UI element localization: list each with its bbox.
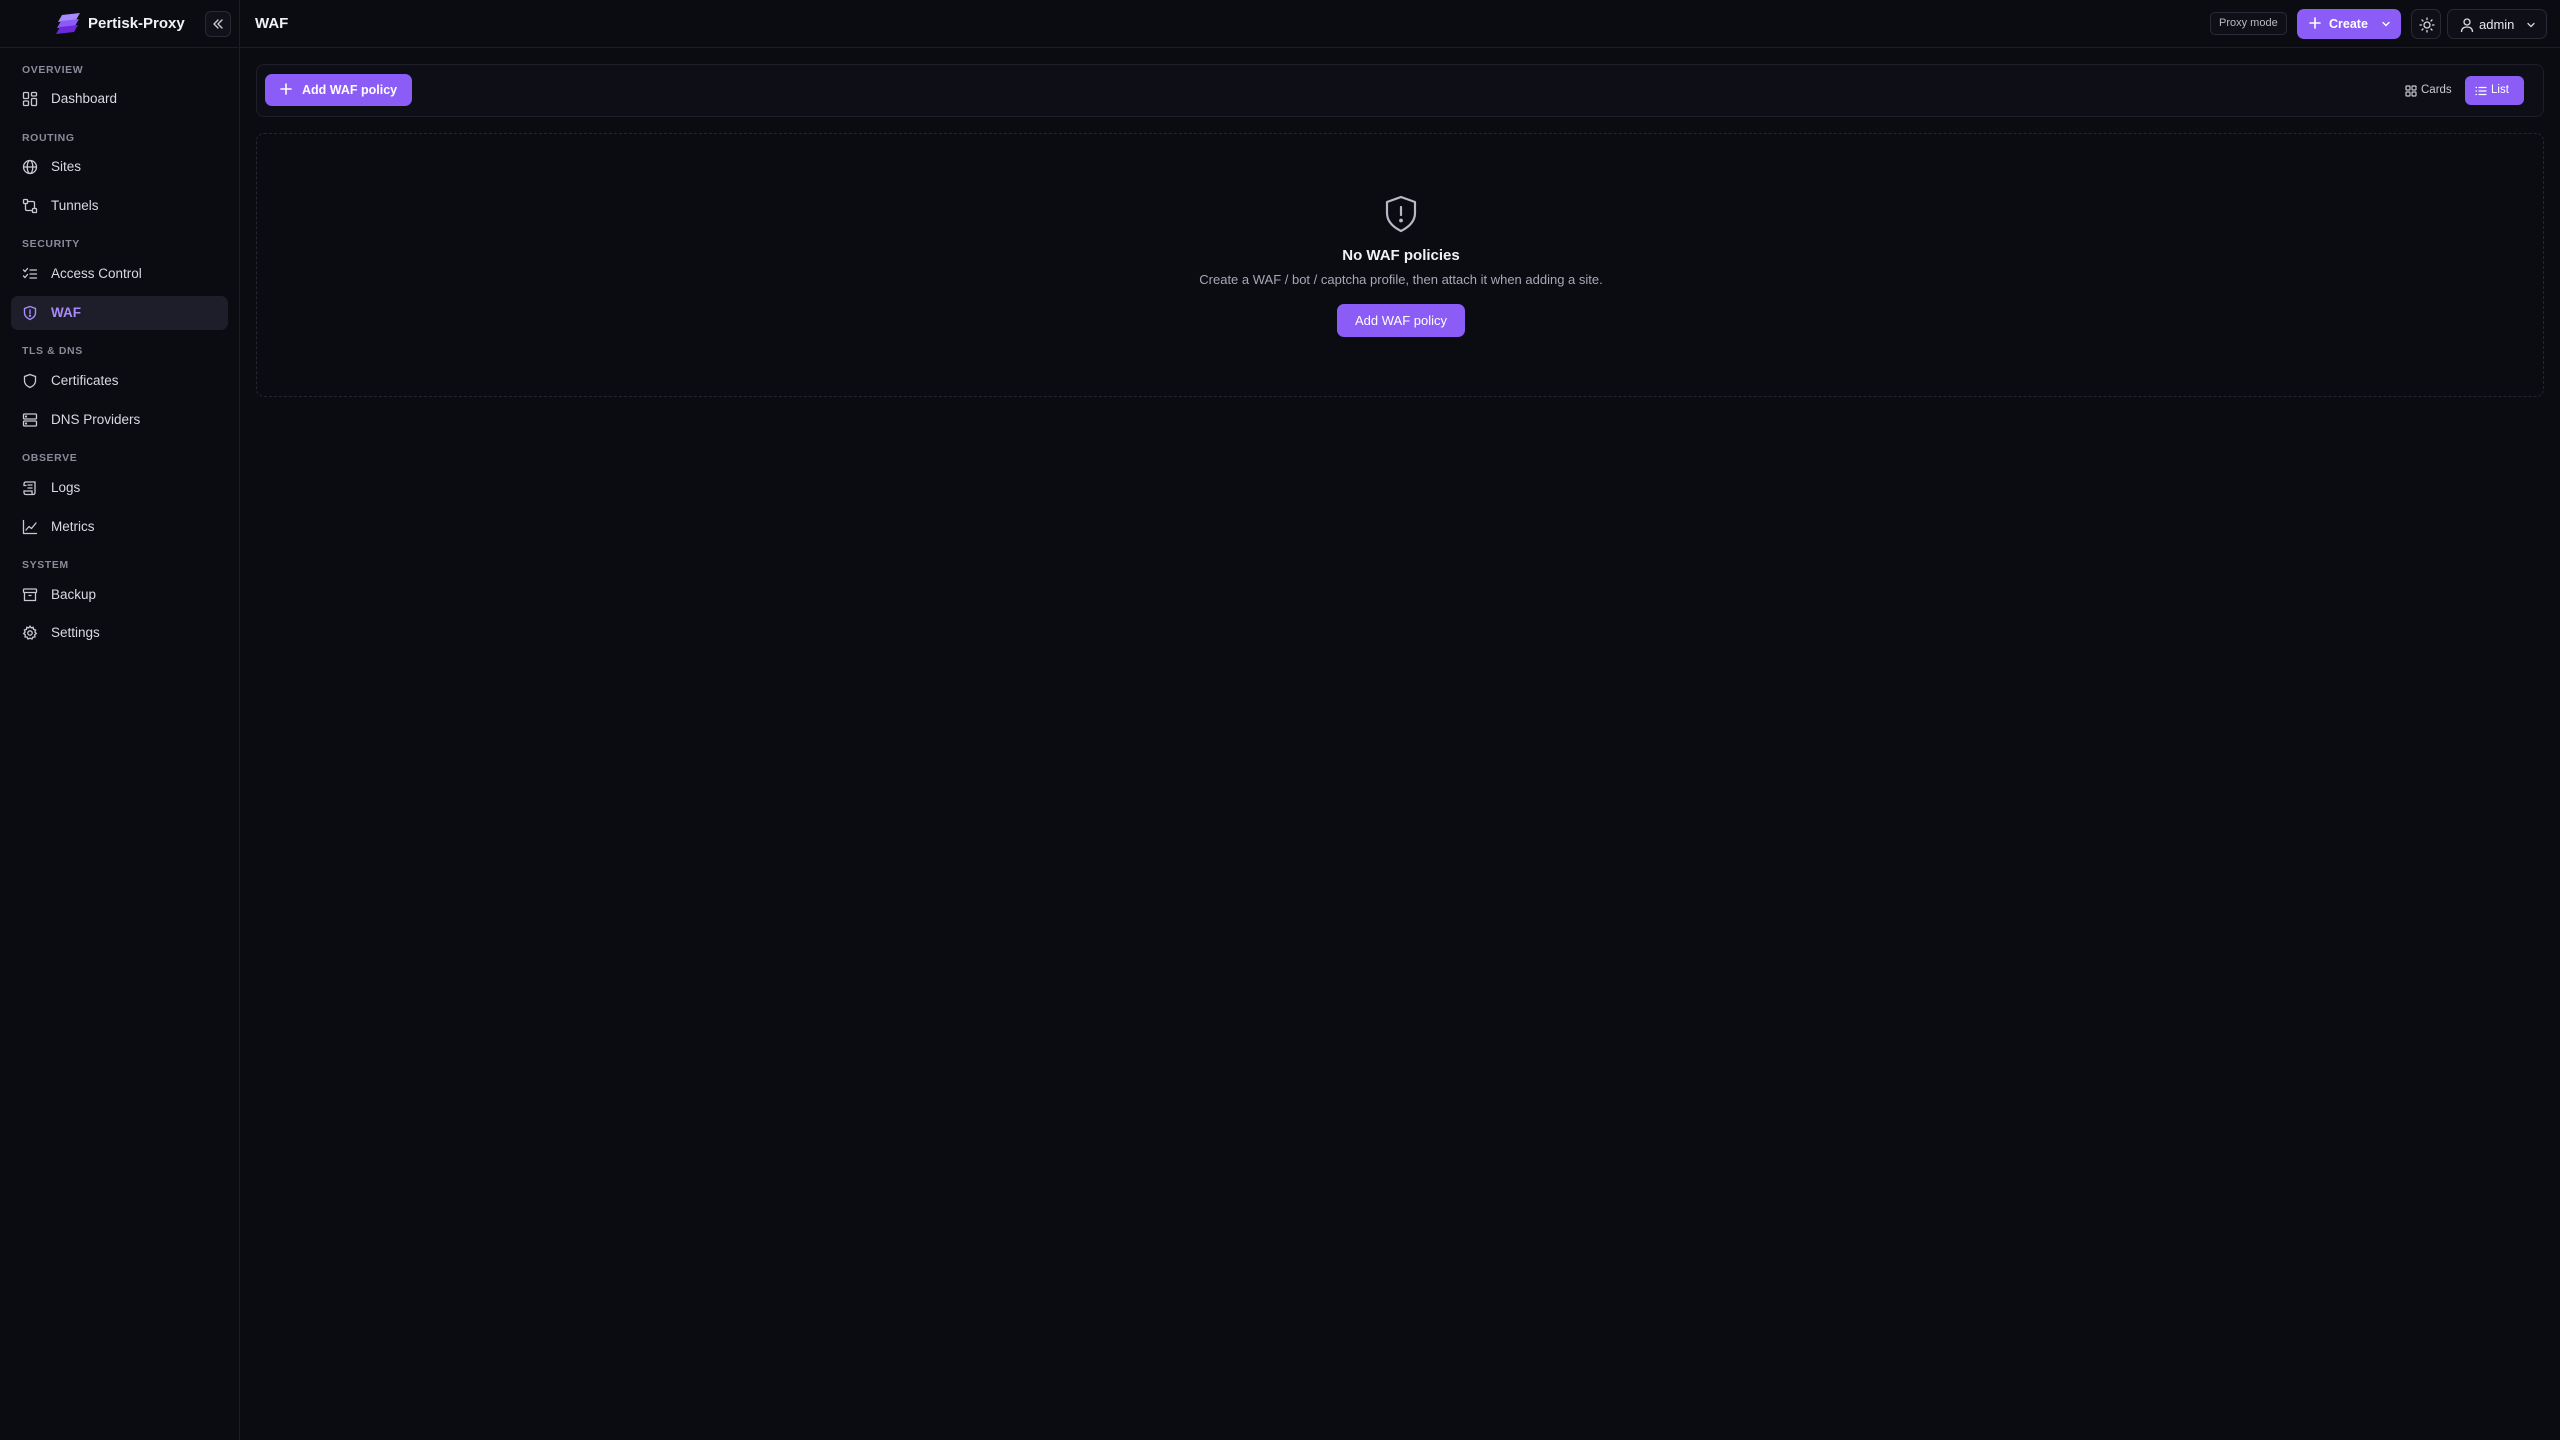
- sidebar-item-waf[interactable]: WAF: [11, 296, 228, 330]
- empty-state-add-button[interactable]: Add WAF policy: [1337, 304, 1465, 337]
- sidebar-item-label: Logs: [51, 480, 81, 495]
- user-icon: [2460, 18, 2474, 33]
- nav-section-security: SECURITY: [22, 238, 80, 250]
- sidebar-item-label: Certificates: [51, 373, 119, 388]
- add-waf-policy-button[interactable]: Add WAF policy: [265, 74, 412, 106]
- plus-icon: [2309, 17, 2321, 29]
- list-icon: [2475, 86, 2487, 96]
- empty-state-title: No WAF policies: [1342, 247, 1460, 264]
- sidebar-item-label: Settings: [51, 625, 100, 640]
- sidebar-item-dashboard[interactable]: Dashboard: [11, 82, 228, 116]
- toolbar: Add WAF policy Cards List: [256, 64, 2544, 117]
- sidebar-item-settings[interactable]: Settings: [11, 616, 228, 650]
- shield-outline-icon: [23, 373, 37, 389]
- empty-state: No WAF policies Create a WAF / bot / cap…: [256, 133, 2544, 397]
- gear-icon: [22, 625, 38, 640]
- sidebar-item-sites[interactable]: Sites: [11, 150, 228, 184]
- chevrons-left-icon: [213, 19, 223, 29]
- brand: Pertisk-Proxy: [0, 0, 240, 48]
- logo-icon: [56, 13, 80, 34]
- sidebar-item-backup[interactable]: Backup: [11, 578, 228, 612]
- archive-icon: [22, 588, 38, 602]
- shield-icon: [23, 305, 37, 321]
- scroll-icon: [23, 481, 36, 496]
- sidebar-item-dns-providers[interactable]: DNS Providers: [11, 403, 228, 437]
- tunnel-icon: [22, 198, 38, 214]
- app-name: Pertisk-Proxy: [88, 15, 185, 32]
- sidebar-item-label: DNS Providers: [51, 412, 141, 427]
- view-cards-label: Cards: [2421, 84, 2452, 96]
- chevron-down-icon: [2382, 21, 2390, 27]
- nav-section-observe: OBSERVE: [22, 452, 78, 464]
- sidebar-item-label: Dashboard: [51, 91, 118, 106]
- sidebar-item-label: WAF: [51, 305, 81, 320]
- sidebar-item-label: Backup: [51, 587, 97, 602]
- view-toggle: Cards List: [2397, 76, 2533, 105]
- add-waf-policy-label: Add WAF policy: [302, 83, 398, 97]
- globe-icon: [22, 159, 38, 175]
- grid-icon: [2405, 85, 2417, 97]
- sidebar-item-label: Access Control: [51, 266, 142, 281]
- view-cards-button[interactable]: Cards: [2397, 76, 2459, 105]
- nav-section-routing: ROUTING: [22, 132, 75, 144]
- plus-icon: [280, 83, 292, 95]
- collapse-sidebar-button[interactable]: [205, 11, 231, 37]
- sidebar-item-access-control[interactable]: Access Control: [11, 257, 228, 291]
- user-menu-button[interactable]: admin: [2447, 9, 2547, 39]
- theme-toggle-button[interactable]: [2411, 9, 2441, 39]
- view-list-button[interactable]: List: [2465, 76, 2524, 105]
- line-chart-icon: [22, 519, 38, 535]
- sidebar-item-tunnels[interactable]: Tunnels: [11, 189, 228, 223]
- user-name: admin: [2479, 17, 2515, 32]
- nav-section-overview: OVERVIEW: [22, 64, 84, 76]
- sidebar-item-label: Tunnels: [51, 198, 99, 213]
- empty-state-description: Create a WAF / bot / captcha profile, th…: [1199, 272, 1603, 287]
- server-icon: [22, 413, 38, 427]
- app: Pertisk-Proxy OVERVIEW Dashboard ROUTING…: [0, 0, 2560, 1440]
- nav-section-system: SYSTEM: [22, 559, 69, 571]
- view-list-label: List: [2491, 84, 2509, 96]
- sidebar-item-metrics[interactable]: Metrics: [11, 510, 228, 544]
- sidebar-item-logs[interactable]: Logs: [11, 471, 228, 505]
- dashboard-icon: [22, 91, 38, 107]
- shield-alert-icon: [1385, 195, 1417, 233]
- sidebar: Pertisk-Proxy OVERVIEW Dashboard ROUTING…: [0, 0, 240, 1440]
- sidebar-item-certificates[interactable]: Certificates: [11, 364, 228, 398]
- topbar: WAF Proxy mode Create admin: [240, 0, 2560, 48]
- nav-section-tls-dns: TLS & DNS: [22, 345, 83, 357]
- proxy-mode-badge: Proxy mode: [2210, 12, 2287, 35]
- create-button[interactable]: Create: [2297, 9, 2401, 39]
- sun-icon: [2419, 17, 2435, 33]
- create-button-label: Create: [2329, 17, 2368, 31]
- chevron-down-icon: [2527, 22, 2535, 28]
- sidebar-item-label: Metrics: [51, 519, 95, 534]
- list-checks-icon: [22, 267, 38, 279]
- page-title: WAF: [255, 15, 289, 32]
- sidebar-item-label: Sites: [51, 159, 82, 174]
